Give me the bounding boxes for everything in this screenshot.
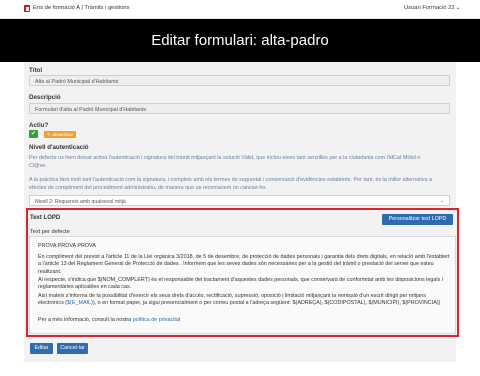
lopd-paragraph-4: Per a més informació, consult la nostra … bbox=[38, 317, 181, 323]
logo-icon bbox=[24, 5, 30, 12]
description-field[interactable]: Formulari d'alta al Padró Municipal d'Ha… bbox=[29, 103, 450, 114]
customize-lopd-button[interactable]: Personalitzar text LOPD bbox=[382, 214, 453, 225]
lopd-text-box: PROVA PROVA PROVA En compliment del prev… bbox=[29, 236, 456, 334]
cancel-button[interactable]: Cancel·lar bbox=[57, 343, 88, 354]
chevron-down-icon: ⌄ bbox=[439, 198, 444, 204]
lopd-section: Text LOPD Personalitzar text LOPD Text p… bbox=[26, 208, 459, 337]
auth-help-text-2: A la pràctica farà molt tant l'autentica… bbox=[29, 177, 432, 191]
page-header: Editar formulari: alta-padro bbox=[0, 19, 480, 62]
page-title: Editar formulari: alta-padro bbox=[151, 32, 329, 49]
privacy-policy-link[interactable]: política de privacitat bbox=[133, 317, 181, 323]
user-name: Usuari Formació 22 bbox=[404, 5, 455, 11]
active-checkbox[interactable]: ✔ bbox=[29, 130, 38, 138]
email-placeholder: $(E_MAIL) bbox=[67, 300, 93, 307]
title-label: Títol bbox=[29, 67, 43, 74]
auth-level-select[interactable]: Nivell 2: Requereix amb qualsevol mitjà … bbox=[29, 195, 450, 206]
lopd-heading: PROVA PROVA PROVA bbox=[38, 243, 96, 249]
active-label: Actiu? bbox=[29, 122, 49, 129]
chevron-down-icon: ⌄ bbox=[455, 5, 461, 11]
brand-title[interactable]: Ens de formació A | Tràmits i gestions bbox=[33, 5, 130, 11]
title-field[interactable]: Alta al Padró Municipal d'Habitants bbox=[29, 75, 450, 86]
auth-help-text-1: Per defecte us hem deixat activa l'auten… bbox=[29, 155, 421, 169]
description-label: Descripció bbox=[29, 94, 61, 101]
lopd-paragraph-1: En compliment del previst a l'article 11… bbox=[38, 254, 450, 275]
auth-level-label: Nivell d'autenticació bbox=[29, 144, 89, 151]
lopd-default-label: Text per defecte bbox=[30, 229, 70, 235]
lopd-paragraph-2: Al respecte, s'indica que $(NOM_COMPLERT… bbox=[38, 277, 443, 291]
deactivate-badge[interactable]: ✎ desactivar bbox=[44, 131, 77, 138]
lopd-title: Text LOPD bbox=[30, 215, 61, 221]
user-menu[interactable]: Usuari Formació 22 ⌄ bbox=[404, 5, 460, 11]
edit-button[interactable]: Editar bbox=[30, 343, 53, 354]
auth-level-selected: Nivell 2: Requereix amb qualsevol mitjà bbox=[35, 198, 126, 205]
lopd-paragraph-3: Així mateix s'informa de la possibilitat… bbox=[38, 293, 441, 307]
top-bar: Ens de formació A | Tràmits i gestions U… bbox=[0, 0, 480, 19]
